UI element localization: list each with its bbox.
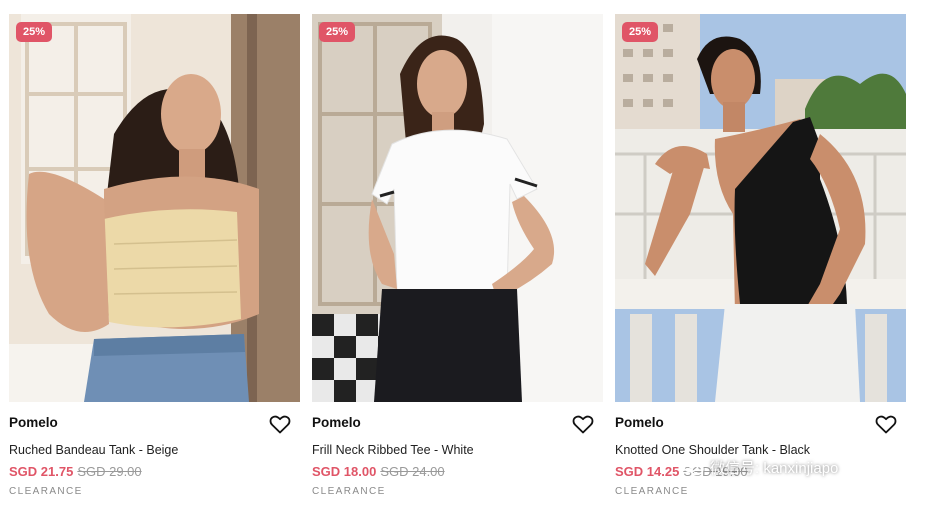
heart-outline-icon[interactable] [268, 412, 292, 436]
wechat-watermark: 微信号: kanxinjiapo [682, 452, 922, 482]
original-price: SGD 29.00 [77, 464, 142, 479]
watermark-text: 微信号: kanxinjiapo [710, 459, 839, 477]
product-image[interactable]: 25% [615, 14, 906, 402]
product-card[interactable]: 25% Pomelo Frill Neck Ribbed Tee - White… [312, 14, 603, 497]
sale-price: SGD 18.00 [312, 464, 377, 479]
product-image[interactable]: 25% [312, 14, 603, 402]
original-price: SGD 24.00 [380, 464, 445, 479]
price-row: SGD 18.00 SGD 24.00 [312, 464, 603, 480]
brand-name[interactable]: Pomelo [312, 415, 361, 430]
sale-price: SGD 14.25 [615, 464, 680, 479]
product-grid: 25% Pomelo Ruched Bandeau Tank - Beige S… [0, 0, 949, 510]
product-image[interactable]: 25% [9, 14, 300, 402]
brand-name[interactable]: Pomelo [9, 415, 58, 430]
discount-badge: 25% [16, 22, 53, 42]
product-name[interactable]: Frill Neck Ribbed Tee - White [312, 442, 603, 458]
product-name[interactable]: Ruched Bandeau Tank - Beige [9, 442, 300, 458]
wechat-icon [682, 457, 704, 476]
brand-name[interactable]: Pomelo [615, 415, 664, 430]
product-card[interactable]: 25% Pomelo Ruched Bandeau Tank - Beige S… [9, 14, 300, 497]
brand-row: Pomelo [312, 414, 603, 440]
brand-row: Pomelo [9, 414, 300, 440]
clearance-label: CLEARANCE [9, 486, 83, 497]
sale-price: SGD 21.75 [9, 464, 74, 479]
price-row: SGD 21.75 SGD 29.00 [9, 464, 300, 480]
heart-outline-icon[interactable] [571, 412, 595, 436]
clearance-label: CLEARANCE [312, 486, 386, 497]
brand-row: Pomelo [615, 414, 906, 440]
discount-badge: 25% [622, 22, 659, 42]
product-card[interactable]: 25% Pomelo Knotted One Shoulder Tank - B… [615, 14, 906, 497]
clearance-label: CLEARANCE [615, 486, 689, 497]
discount-badge: 25% [319, 22, 356, 42]
heart-outline-icon[interactable] [874, 412, 898, 436]
